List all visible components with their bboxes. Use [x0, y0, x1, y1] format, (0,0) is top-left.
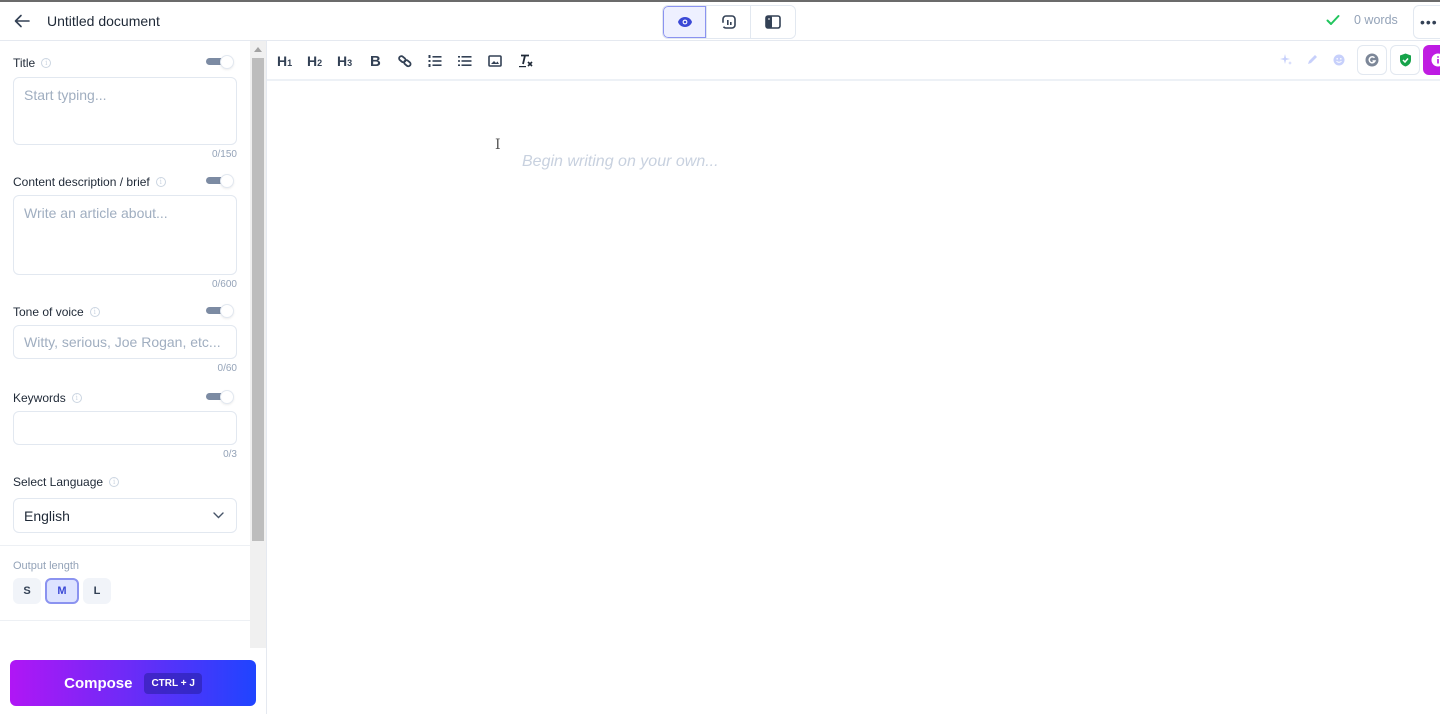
output-length-selector: S M L: [13, 578, 111, 604]
view-preview-button[interactable]: [663, 6, 707, 38]
compose-sidebar: Title i 0/150 Content description / brie…: [0, 41, 250, 714]
ordered-list-icon: [428, 55, 442, 67]
language-label: Select Language: [13, 475, 104, 489]
more-horizontal-icon: •••: [1420, 14, 1438, 30]
keywords-label: Keywords: [13, 391, 66, 405]
view-mode-toggle: [662, 5, 796, 39]
title-label: Title: [13, 56, 36, 70]
view-analytics-button[interactable]: [707, 6, 751, 38]
ordered-list-button[interactable]: [428, 51, 442, 71]
document-title[interactable]: Untitled document: [47, 13, 160, 29]
keywords-input[interactable]: [13, 411, 237, 445]
info-icon: [1431, 53, 1440, 67]
grammarly-icon: [1365, 53, 1379, 67]
image-icon: [488, 55, 502, 67]
link-icon: [398, 55, 412, 68]
bullet-list-button[interactable]: [458, 51, 472, 71]
check-icon: [1326, 15, 1340, 25]
keywords-toggle[interactable]: [206, 390, 234, 404]
editor-canvas[interactable]: I Begin writing on your own...: [267, 83, 1440, 714]
info-icon[interactable]: i: [109, 477, 120, 487]
keywords-counter: 0/3: [223, 449, 237, 460]
brief-counter: 0/600: [211, 279, 237, 290]
sidebar-scrollbar[interactable]: [250, 41, 266, 648]
language-select[interactable]: English: [13, 498, 237, 533]
bullet-list-icon: [458, 56, 472, 66]
title-counter: 0/150: [211, 149, 237, 160]
clear-format-button[interactable]: [518, 51, 534, 71]
bold-button[interactable]: B: [370, 51, 381, 71]
tone-label: Tone of voice: [13, 305, 84, 319]
chart-bars-icon: [721, 15, 736, 29]
link-button[interactable]: [398, 51, 412, 71]
compose-button[interactable]: Compose CTRL + J: [10, 660, 256, 706]
sparkle-icon: [1280, 54, 1292, 65]
language-field: Select Language i English: [13, 474, 237, 533]
compose-shortcut: CTRL + J: [144, 672, 202, 694]
emoji-button[interactable]: [1324, 45, 1354, 75]
smiley-icon: [1333, 54, 1345, 66]
word-count: 0 words: [1354, 13, 1398, 27]
scroll-thumb[interactable]: [252, 58, 264, 541]
shield-check-icon: [1399, 53, 1411, 67]
brief-field: Content description / brief i 0/600: [13, 174, 237, 290]
compose-label: Compose: [64, 674, 133, 692]
more-options-button[interactable]: •••: [1413, 5, 1440, 39]
length-option-s[interactable]: S: [13, 578, 41, 604]
pen-icon: [1308, 55, 1317, 64]
divider: [0, 545, 250, 546]
language-selected: English: [24, 507, 70, 524]
editor-placeholder[interactable]: Begin writing on your own...: [522, 153, 719, 171]
heading-1-button[interactable]: H1: [277, 51, 292, 71]
length-option-l[interactable]: L: [83, 578, 111, 604]
sidebar-panel-icon: [765, 15, 781, 29]
top-bar: Untitled document 0 words •••: [0, 0, 1440, 41]
scroll-up-arrow-icon[interactable]: [254, 47, 262, 52]
tone-toggle[interactable]: [206, 304, 234, 318]
grammarly-button[interactable]: [1357, 45, 1387, 75]
chevron-down-icon: [213, 512, 224, 519]
info-icon[interactable]: i: [41, 58, 52, 68]
tone-field: Tone of voice i 0/60: [13, 304, 237, 374]
view-sidebar-button[interactable]: [751, 6, 795, 38]
title-field: Title i 0/150: [13, 55, 237, 160]
info-icon[interactable]: i: [89, 307, 100, 317]
brief-input[interactable]: [13, 195, 237, 275]
title-input[interactable]: [13, 77, 237, 145]
heading-3-button[interactable]: H3: [337, 51, 352, 71]
brief-label: Content description / brief: [13, 175, 150, 189]
back-button[interactable]: [12, 10, 32, 32]
tone-counter: 0/60: [217, 363, 237, 374]
info-icon[interactable]: i: [155, 177, 166, 187]
brief-toggle[interactable]: [206, 174, 234, 188]
length-option-m[interactable]: M: [45, 578, 79, 604]
tone-input[interactable]: [13, 325, 237, 359]
keywords-field: Keywords i 0/3: [13, 390, 237, 460]
text-cursor: I: [495, 137, 501, 153]
plagiarism-check-button[interactable]: [1390, 45, 1420, 75]
pen-button[interactable]: [1297, 45, 1327, 75]
info-icon[interactable]: i: [71, 393, 82, 403]
output-length-label: Output length: [13, 560, 80, 572]
eye-icon: [677, 17, 692, 27]
arrow-left-icon: [14, 14, 30, 28]
compose-area: Compose CTRL + J: [0, 648, 266, 714]
heading-2-button[interactable]: H2: [307, 51, 322, 71]
info-panel-button[interactable]: [1423, 45, 1440, 75]
editor-toolbar: H1 H2 H3 B: [267, 41, 1440, 81]
image-button[interactable]: [488, 51, 502, 71]
clear-format-icon: [519, 54, 533, 68]
divider: [0, 620, 250, 621]
save-status: 0 words: [1326, 13, 1398, 27]
title-toggle[interactable]: [206, 55, 234, 69]
